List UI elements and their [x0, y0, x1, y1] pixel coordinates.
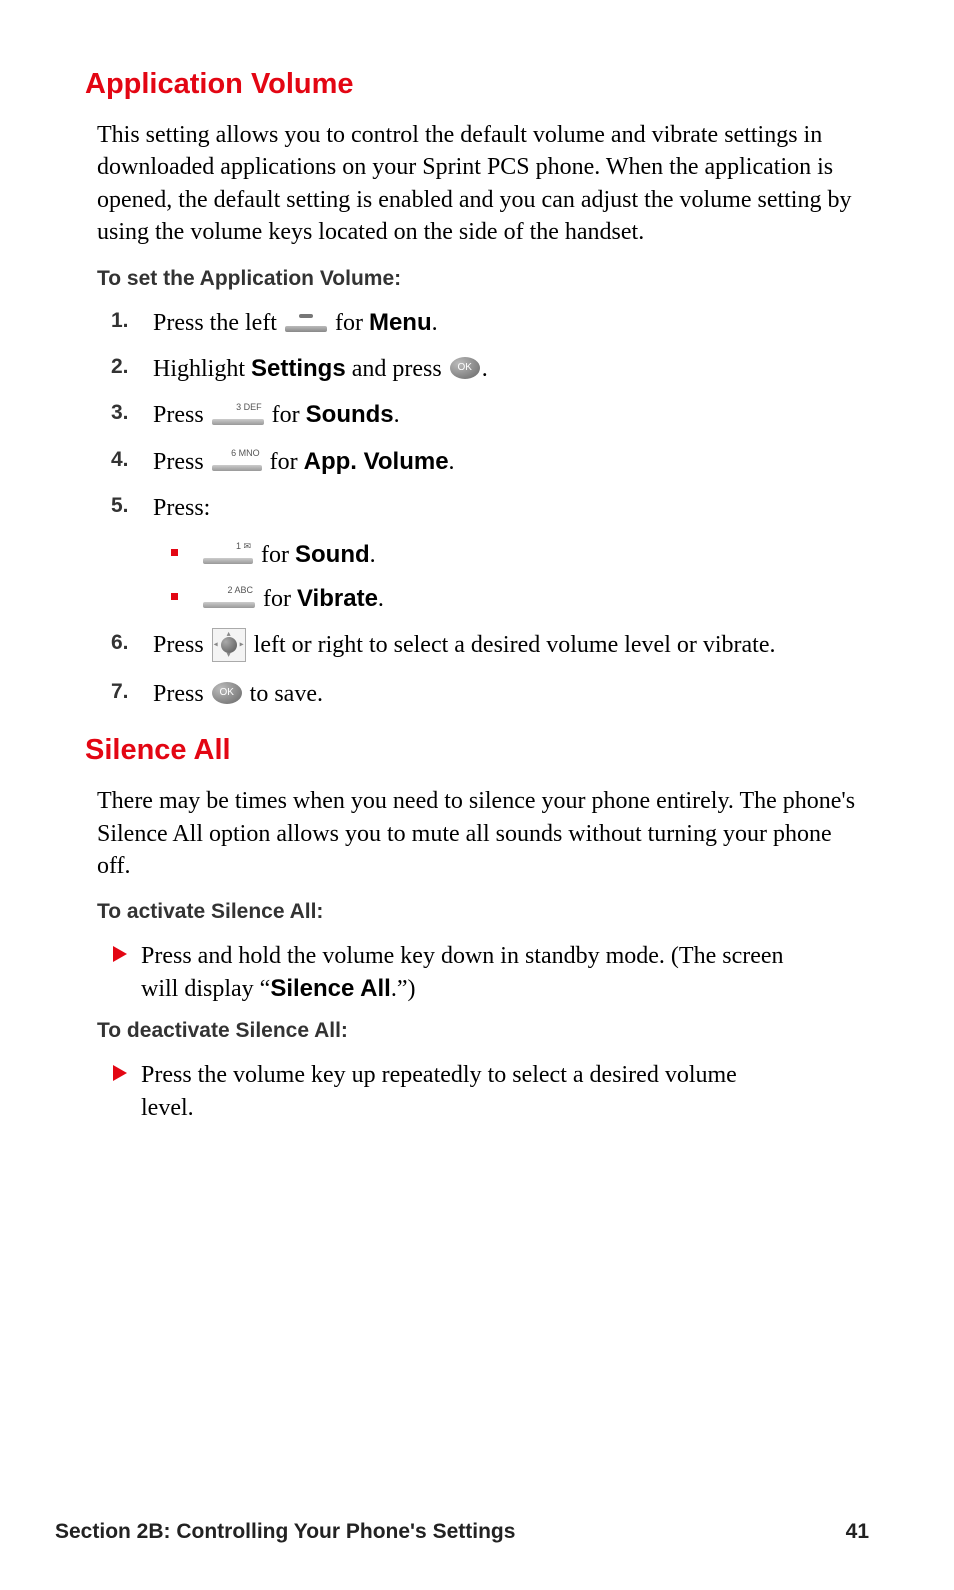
step-number: 6. [111, 629, 129, 657]
step-number: 1. [111, 307, 129, 335]
steps-list: 1. Press the left for Menu. 2. Highlight… [111, 307, 869, 711]
subhead-activate: To activate Silence All: [97, 900, 869, 924]
step-4: 4. Press 6 MNO for App. Volume. [111, 446, 869, 478]
triangle-icon [113, 946, 127, 962]
step-5: 5. Press: 1 ✉ for Sound. 2 ABC for Vibra… [111, 492, 869, 615]
step-text: Highlight [153, 356, 251, 382]
arrow-list: Press the volume key up repeatedly to se… [113, 1059, 869, 1124]
triangle-icon [113, 1065, 127, 1081]
intro-paragraph: This setting allows you to control the d… [97, 119, 869, 249]
heading-silence-all: Silence All [85, 734, 869, 767]
step-number: 7. [111, 678, 129, 706]
key-2-icon: 2 ABC [203, 592, 255, 608]
step-number: 3. [111, 399, 129, 427]
sound-label: Sound [295, 541, 370, 568]
deactivate-instruction: Press the volume key up repeatedly to se… [113, 1059, 869, 1124]
footer-page-number: 41 [846, 1520, 869, 1544]
app-volume-label: App. Volume [304, 448, 449, 475]
heading-application-volume: Application Volume [85, 68, 869, 101]
step-6: 6. Press ▴▾◂▸ left or right to select a … [111, 629, 869, 663]
step-text: for [257, 586, 297, 612]
silence-all-label: Silence All [270, 975, 391, 1002]
nav-key-icon: ▴▾◂▸ [212, 628, 246, 662]
step-text: Press [153, 402, 210, 428]
step-text: . [432, 310, 438, 336]
step-3: 3. Press 3 DEF for Sounds. [111, 399, 869, 431]
subhead-set-app-volume: To set the Application Volume: [97, 267, 869, 291]
bullet-icon [171, 593, 178, 600]
arrow-list: Press and hold the volume key down in st… [113, 940, 869, 1005]
key-6-icon: 6 MNO [212, 455, 262, 471]
sub-item-vibrate: 2 ABC for Vibrate. [171, 583, 869, 615]
step-text: Press [153, 632, 210, 658]
step-number: 4. [111, 446, 129, 474]
sounds-label: Sounds [306, 401, 394, 428]
ok-key-icon: OK [450, 357, 480, 379]
step-1: 1. Press the left for Menu. [111, 307, 869, 339]
step-text: . [482, 356, 488, 382]
subhead-deactivate: To deactivate Silence All: [97, 1019, 869, 1043]
page-content: Application Volume This setting allows y… [0, 0, 954, 1124]
step-text: Press the left [153, 310, 283, 336]
step-text: . [370, 542, 376, 568]
activate-instruction: Press and hold the volume key down in st… [113, 940, 869, 1005]
step-text: and press [346, 356, 448, 382]
step-text: Press [153, 681, 210, 707]
bullet-icon [171, 549, 178, 556]
item-text: Press the volume key up repeatedly to se… [141, 1062, 737, 1120]
key-3-icon: 3 DEF [212, 409, 264, 425]
step-text: for [255, 542, 295, 568]
menu-label: Menu [369, 309, 432, 336]
step-text: . [449, 449, 455, 475]
step-text: to save. [244, 681, 323, 707]
key-label: 2 ABC [227, 584, 253, 596]
ok-key-icon: OK [212, 682, 242, 704]
step-number: 5. [111, 492, 129, 520]
footer-section: Section 2B: Controlling Your Phone's Set… [55, 1520, 515, 1544]
key-label: 6 MNO [231, 447, 260, 459]
sub-item-sound: 1 ✉ for Sound. [171, 539, 869, 571]
key-label: 1 ✉ [236, 540, 251, 552]
step-text: for [329, 310, 369, 336]
item-text: .”) [391, 976, 416, 1002]
vibrate-label: Vibrate [297, 585, 378, 612]
intro-paragraph-2: There may be times when you need to sile… [97, 785, 869, 882]
step-text: Press [153, 449, 210, 475]
step-text: for [264, 449, 304, 475]
left-softkey-icon [285, 316, 327, 332]
key-1-icon: 1 ✉ [203, 548, 253, 564]
step-text: left or right to select a desired volume… [248, 632, 776, 658]
item-text: Press and hold the volume key down in st… [141, 943, 784, 1001]
sub-items: 1 ✉ for Sound. 2 ABC for Vibrate. [171, 539, 869, 616]
settings-label: Settings [251, 355, 346, 382]
step-text: Press: [153, 495, 210, 521]
step-text: . [394, 402, 400, 428]
step-2: 2. Highlight Settings and press OK. [111, 353, 869, 385]
page-footer: Section 2B: Controlling Your Phone's Set… [55, 1520, 869, 1544]
key-label: 3 DEF [236, 401, 262, 413]
step-number: 2. [111, 353, 129, 381]
step-7: 7. Press OK to save. [111, 678, 869, 710]
step-text: . [378, 586, 384, 612]
step-text: for [266, 402, 306, 428]
